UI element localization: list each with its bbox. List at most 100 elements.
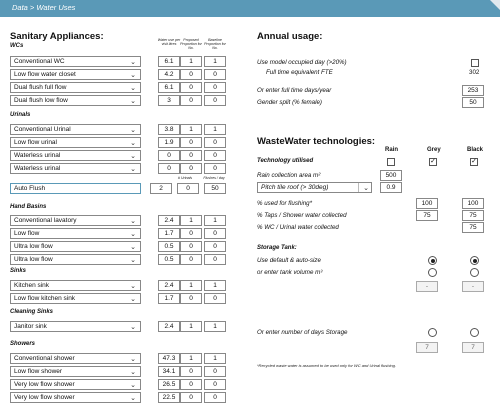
- water-use-input[interactable]: 3.8: [158, 124, 180, 135]
- proposed-input[interactable]: 0: [180, 228, 202, 239]
- baseline-input[interactable]: 1: [204, 124, 226, 135]
- autoflush-value-input[interactable]: 0: [177, 183, 199, 194]
- appliance-select[interactable]: Dual flush low flow ⌄: [10, 95, 141, 106]
- baseline-input[interactable]: 0: [204, 150, 226, 161]
- flushing-rain-input[interactable]: 100: [416, 198, 438, 209]
- rain-checkbox[interactable]: [387, 158, 395, 166]
- tank-volume-black-input[interactable]: -: [462, 281, 484, 292]
- appliance-select[interactable]: Dual flush full flow ⌄: [10, 82, 141, 93]
- baseline-input[interactable]: 1: [204, 280, 226, 291]
- appliance-select[interactable]: Conventional WC ⌄: [10, 56, 141, 67]
- sheet-tab-label[interactable]: Data > Water Uses: [12, 3, 75, 12]
- proposed-input[interactable]: 1: [180, 124, 202, 135]
- proposed-input[interactable]: 0: [180, 150, 202, 161]
- appliance-select[interactable]: Very low flow shower ⌄: [10, 392, 141, 403]
- appliance-select[interactable]: Low flow shower ⌄: [10, 366, 141, 377]
- appliance-select[interactable]: Very low flow shower ⌄: [10, 379, 141, 390]
- appliance-select[interactable]: Conventional Urinal ⌄: [10, 124, 141, 135]
- baseline-input[interactable]: 1: [204, 353, 226, 364]
- roof-factor-input[interactable]: 0.9: [380, 182, 402, 193]
- proposed-input[interactable]: 0: [180, 379, 202, 390]
- proposed-input[interactable]: 1: [180, 280, 202, 291]
- baseline-input[interactable]: 0: [204, 379, 226, 390]
- baseline-input[interactable]: 0: [204, 366, 226, 377]
- proposed-input[interactable]: 0: [180, 254, 202, 265]
- appliance-select[interactable]: Conventional lavatory ⌄: [10, 215, 141, 226]
- appliance-select[interactable]: Low flow water closet ⌄: [10, 69, 141, 80]
- appliance-select[interactable]: Ultra low flow ⌄: [10, 254, 141, 265]
- water-use-input[interactable]: 22.5: [158, 392, 180, 403]
- baseline-input[interactable]: 0: [204, 95, 226, 106]
- appliance-select[interactable]: Low flow kitchen sink ⌄: [10, 293, 141, 304]
- proposed-input[interactable]: 0: [180, 69, 202, 80]
- days-storage-radio-black[interactable]: [470, 328, 479, 337]
- baseline-input[interactable]: 0: [204, 137, 226, 148]
- water-use-input[interactable]: 34.1: [158, 366, 180, 377]
- days-storage-radio-grey[interactable]: [428, 328, 437, 337]
- proposed-input[interactable]: 0: [180, 137, 202, 148]
- default-size-radio-grey[interactable]: [428, 256, 437, 265]
- baseline-input[interactable]: 1: [204, 56, 226, 67]
- flushing-black-input[interactable]: 100: [462, 198, 484, 209]
- autoflush-urinals-input[interactable]: 2: [150, 183, 172, 194]
- baseline-input[interactable]: 1: [204, 321, 226, 332]
- baseline-input[interactable]: 0: [204, 392, 226, 403]
- grey-checkbox[interactable]: ✓: [429, 158, 437, 166]
- rain-area-input[interactable]: 500: [380, 170, 402, 181]
- proposed-input[interactable]: 0: [180, 293, 202, 304]
- appliance-select[interactable]: Waterless urinal ⌄: [10, 150, 141, 161]
- appliance-select[interactable]: Conventional shower ⌄: [10, 353, 141, 364]
- days-year-input[interactable]: 253: [462, 85, 484, 96]
- proposed-input[interactable]: 0: [180, 392, 202, 403]
- water-use-input[interactable]: 6.1: [158, 82, 180, 93]
- proposed-input[interactable]: 0: [180, 241, 202, 252]
- water-use-input[interactable]: 3: [158, 95, 180, 106]
- water-use-input[interactable]: 0.5: [158, 254, 180, 265]
- proposed-input[interactable]: 0: [180, 82, 202, 93]
- proposed-input[interactable]: 0: [180, 163, 202, 174]
- roof-type-select[interactable]: Pitch tile roof (> 30deg) ⌄: [257, 182, 372, 193]
- autoflush-flushes-input[interactable]: 50: [204, 183, 226, 194]
- proposed-input[interactable]: 1: [180, 56, 202, 67]
- proposed-input[interactable]: 0: [180, 366, 202, 377]
- occupied-day-checkbox[interactable]: [471, 59, 479, 67]
- baseline-input[interactable]: 0: [204, 228, 226, 239]
- taps-grey-input[interactable]: 75: [416, 210, 438, 221]
- days-storage-black-input[interactable]: 7: [462, 342, 484, 353]
- water-use-input[interactable]: 47.3: [158, 353, 180, 364]
- proposed-input[interactable]: 0: [180, 95, 202, 106]
- tank-volume-grey-input[interactable]: -: [416, 281, 438, 292]
- baseline-input[interactable]: 1: [204, 215, 226, 226]
- baseline-input[interactable]: 0: [204, 293, 226, 304]
- appliance-select[interactable]: Kitchen sink ⌄: [10, 280, 141, 291]
- proposed-input[interactable]: 1: [180, 353, 202, 364]
- baseline-input[interactable]: 0: [204, 254, 226, 265]
- appliance-select[interactable]: Low flow urinal ⌄: [10, 137, 141, 148]
- water-use-input[interactable]: 0.5: [158, 241, 180, 252]
- water-use-input[interactable]: 2.4: [158, 321, 180, 332]
- water-use-input[interactable]: 2.4: [158, 280, 180, 291]
- baseline-input[interactable]: 0: [204, 241, 226, 252]
- water-use-input[interactable]: 0: [158, 163, 180, 174]
- appliance-select[interactable]: Janitor sink ⌄: [10, 321, 141, 332]
- proposed-input[interactable]: 1: [180, 321, 202, 332]
- tank-volume-radio-grey[interactable]: [428, 268, 437, 277]
- appliance-select[interactable]: Ultra low flow ⌄: [10, 241, 141, 252]
- gender-input[interactable]: 50: [462, 97, 484, 108]
- default-size-radio-black[interactable]: [470, 256, 479, 265]
- proposed-input[interactable]: 1: [180, 215, 202, 226]
- black-checkbox[interactable]: ✓: [470, 158, 478, 166]
- water-use-input[interactable]: 4.2: [158, 69, 180, 80]
- water-use-input[interactable]: 1.7: [158, 293, 180, 304]
- water-use-input[interactable]: 0: [158, 150, 180, 161]
- water-use-input[interactable]: 2.4: [158, 215, 180, 226]
- appliance-select[interactable]: Low flow ⌄: [10, 228, 141, 239]
- water-use-input[interactable]: 1.7: [158, 228, 180, 239]
- wc-black-input[interactable]: 75: [462, 222, 484, 233]
- baseline-input[interactable]: 0: [204, 69, 226, 80]
- water-use-input[interactable]: 26.5: [158, 379, 180, 390]
- taps-black-input[interactable]: 75: [462, 210, 484, 221]
- tank-volume-radio-black[interactable]: [470, 268, 479, 277]
- days-storage-grey-input[interactable]: 7: [416, 342, 438, 353]
- autoflush-select[interactable]: Auto Flush: [10, 183, 141, 194]
